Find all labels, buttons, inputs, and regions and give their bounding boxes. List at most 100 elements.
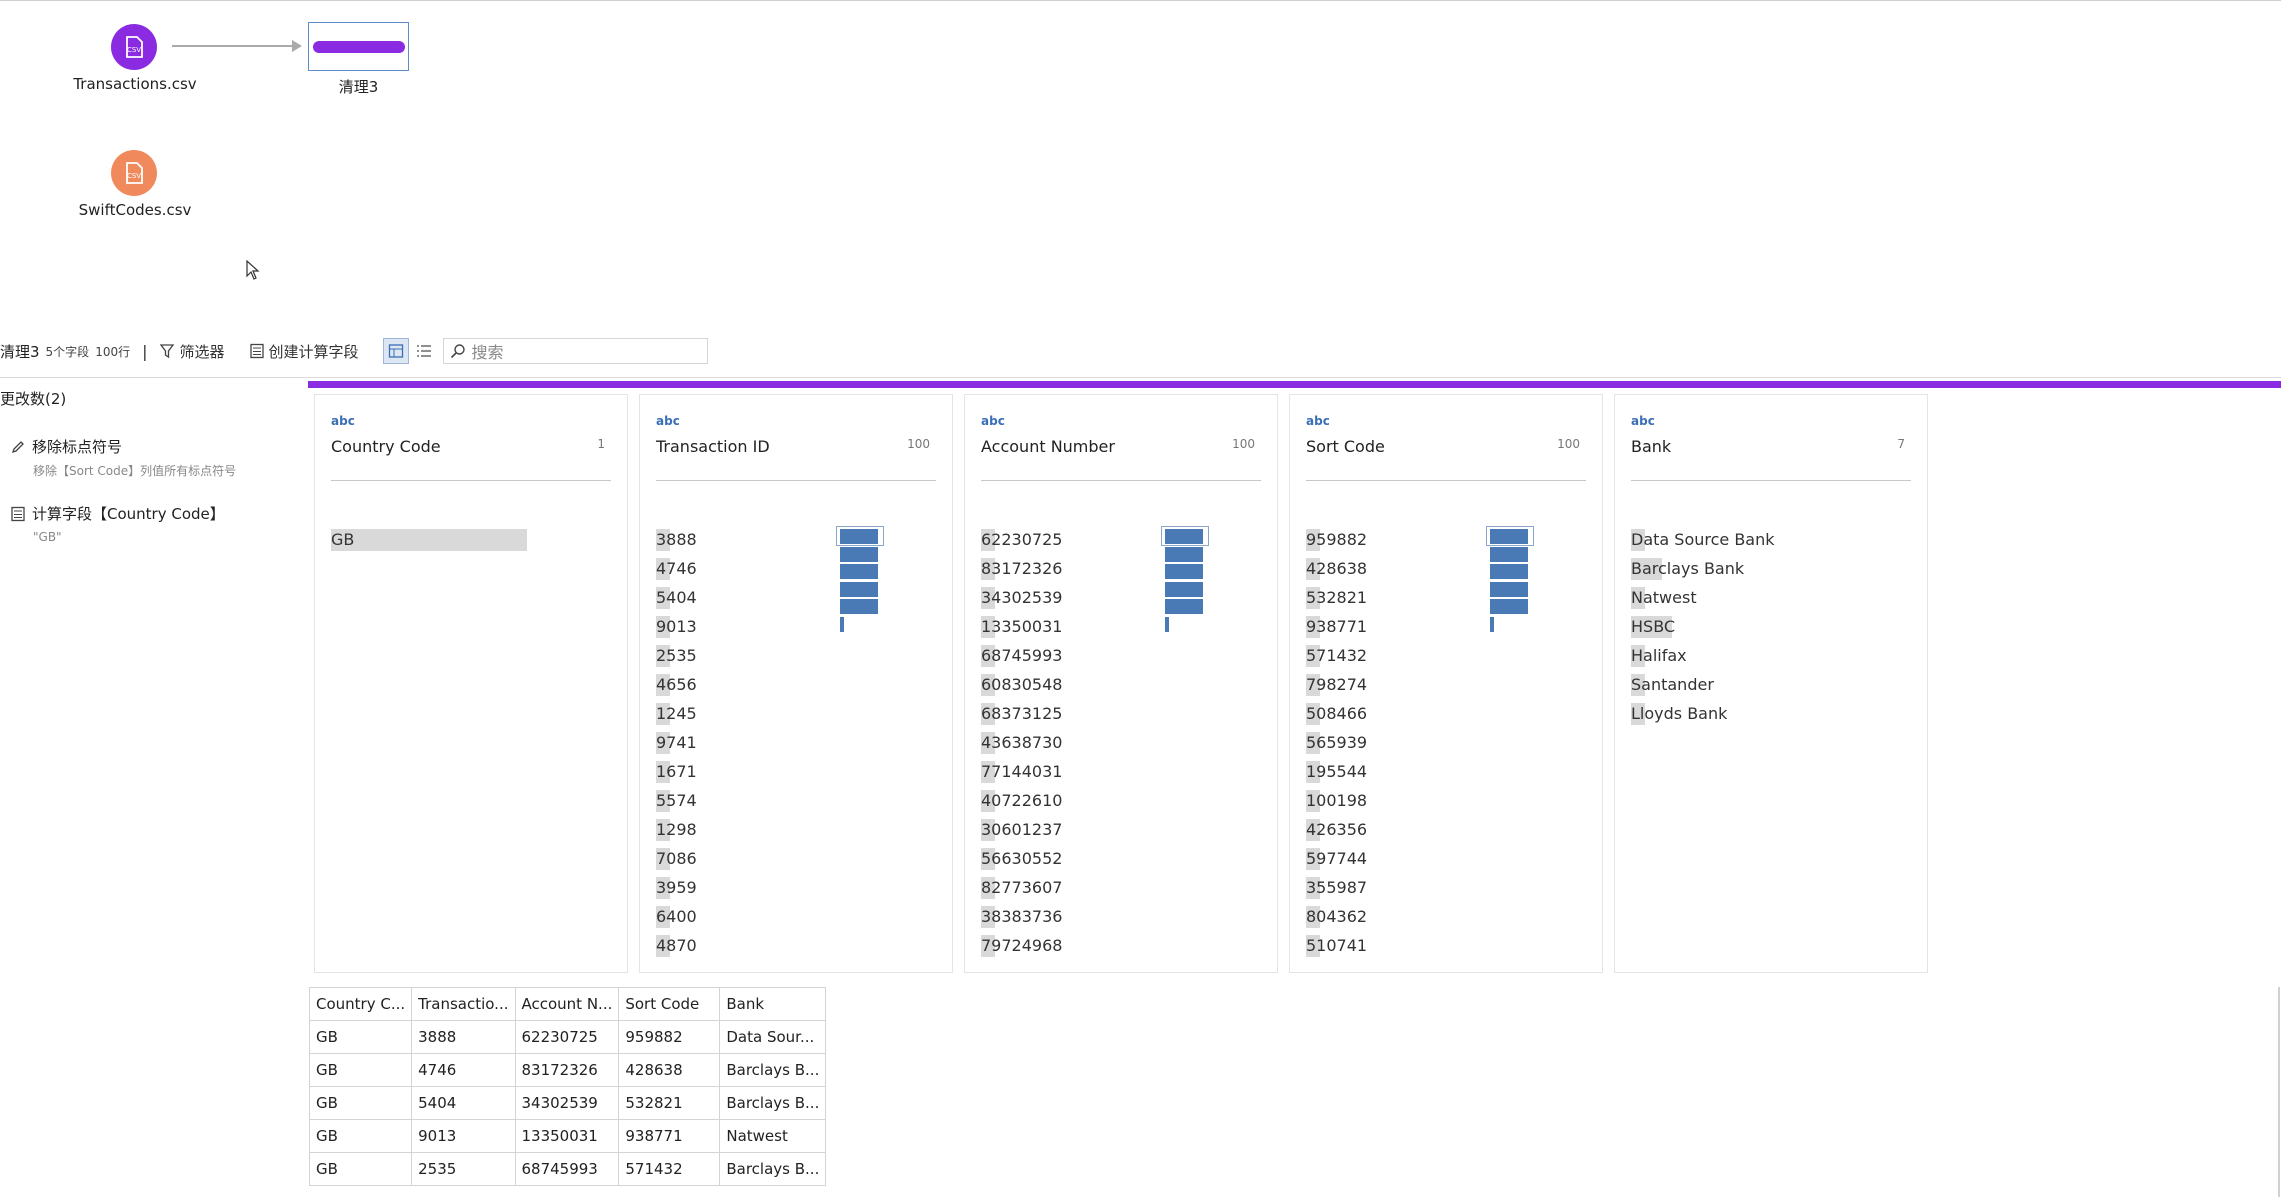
value-row[interactable]: GB xyxy=(331,529,527,558)
histogram-bar[interactable] xyxy=(840,564,878,579)
filter-button[interactable]: 筛选器 xyxy=(159,341,225,362)
value-row[interactable]: 4656 xyxy=(656,674,697,703)
histogram-bar[interactable] xyxy=(1165,616,1169,632)
value-row[interactable]: Lloyds Bank xyxy=(1631,703,1775,732)
value-row[interactable]: 5404 xyxy=(656,587,697,616)
value-row[interactable]: HSBC xyxy=(1631,616,1775,645)
grid-cell[interactable]: Barclays B... xyxy=(719,1053,827,1087)
value-row[interactable]: 62230725 xyxy=(981,529,1062,558)
histogram-bar[interactable] xyxy=(1165,581,1203,597)
value-row[interactable]: 43638730 xyxy=(981,732,1062,761)
value-row[interactable]: 804362 xyxy=(1306,906,1367,935)
clean-step-node[interactable] xyxy=(308,22,409,71)
profile-card[interactable]: abc Transaction ID 100 3888 4746 5404 9013 2535… xyxy=(639,394,953,973)
value-row[interactable]: 7086 xyxy=(656,848,697,877)
histogram-bar[interactable] xyxy=(1165,564,1203,579)
grid-cell[interactable]: Natwest xyxy=(719,1119,827,1153)
value-row[interactable]: 3888 xyxy=(656,529,697,558)
grid-cell[interactable]: 938771 xyxy=(618,1119,721,1153)
histogram-bar[interactable] xyxy=(1490,616,1494,632)
value-row[interactable]: 40722610 xyxy=(981,790,1062,819)
histogram-bar[interactable] xyxy=(1490,564,1528,579)
grid-cell[interactable]: 34302539 xyxy=(514,1086,620,1120)
grid-cell[interactable]: 68745993 xyxy=(514,1152,620,1186)
grid-scrollbar[interactable] xyxy=(2278,987,2280,1197)
field-name[interactable]: Account Number xyxy=(981,437,1115,456)
histogram-bar[interactable] xyxy=(840,529,878,544)
grid-row[interactable]: GB 3888 62230725 959882 Data Sour... xyxy=(308,1020,827,1054)
histogram-bar[interactable] xyxy=(840,546,878,562)
histogram-bar[interactable] xyxy=(1165,546,1203,562)
grid-row[interactable]: GB 2535 68745993 571432 Barclays B... xyxy=(308,1152,827,1186)
histogram-bar[interactable] xyxy=(840,581,878,597)
swiftcodes-csv-label[interactable]: SwiftCodes.csv xyxy=(30,201,240,219)
histogram-bar[interactable] xyxy=(840,616,844,632)
value-row[interactable]: 82773607 xyxy=(981,877,1062,906)
grid-cell[interactable]: 2535 xyxy=(411,1152,516,1186)
grid-cell[interactable]: Barclays B... xyxy=(719,1086,827,1120)
create-calc-field-button[interactable]: 创建计算字段 xyxy=(249,341,359,362)
grid-cell[interactable]: 571432 xyxy=(618,1152,721,1186)
value-row[interactable]: 9741 xyxy=(656,732,697,761)
grid-cell[interactable]: Barclays B... xyxy=(719,1152,827,1186)
field-name[interactable]: Sort Code xyxy=(1306,437,1385,456)
field-name[interactable]: Country Code xyxy=(331,437,441,456)
grid-cell[interactable]: GB xyxy=(308,1119,413,1153)
value-row[interactable]: 38383736 xyxy=(981,906,1062,935)
value-row[interactable]: 6400 xyxy=(656,906,697,935)
value-row[interactable]: 532821 xyxy=(1306,587,1367,616)
list-view-button[interactable] xyxy=(411,338,437,364)
grid-header-bank[interactable]: Bank xyxy=(719,987,827,1021)
value-row[interactable]: Barclays Bank xyxy=(1631,558,1775,587)
profile-card[interactable]: abc Country Code 1 GB xyxy=(314,394,628,973)
grid-row[interactable]: GB 4746 83172326 428638 Barclays B... xyxy=(308,1053,827,1087)
profile-view-button[interactable] xyxy=(382,338,409,364)
value-row[interactable]: 60830548 xyxy=(981,674,1062,703)
grid-cell[interactable]: 13350031 xyxy=(514,1119,620,1153)
value-row[interactable]: 1298 xyxy=(656,819,697,848)
value-row[interactable]: 565939 xyxy=(1306,732,1367,761)
grid-cell[interactable]: GB xyxy=(308,1053,413,1087)
swiftcodes-csv-node-icon[interactable]: CSV xyxy=(111,150,157,196)
value-row[interactable]: 510741 xyxy=(1306,935,1367,964)
value-row[interactable]: 597744 xyxy=(1306,848,1367,877)
change-item-calc-field[interactable]: 计算字段【Country Code】 xyxy=(10,503,225,524)
value-row[interactable]: 79724968 xyxy=(981,935,1062,964)
value-row[interactable]: 56630552 xyxy=(981,848,1062,877)
value-row[interactable]: Natwest xyxy=(1631,587,1775,616)
value-row[interactable]: 571432 xyxy=(1306,645,1367,674)
value-row[interactable]: 13350031 xyxy=(981,616,1062,645)
transactions-csv-node-icon[interactable]: CSV xyxy=(111,24,157,70)
grid-header-transaction-id[interactable]: Transactio... xyxy=(411,987,516,1021)
histogram-bar[interactable] xyxy=(1490,581,1528,597)
value-row[interactable]: 100198 xyxy=(1306,790,1367,819)
value-row[interactable]: Halifax xyxy=(1631,645,1775,674)
value-row[interactable]: 3959 xyxy=(656,877,697,906)
value-row[interactable]: 83172326 xyxy=(981,558,1062,587)
value-row[interactable]: 355987 xyxy=(1306,877,1367,906)
grid-row[interactable]: GB 9013 13350031 938771 Natwest xyxy=(308,1119,827,1153)
histogram-bar[interactable] xyxy=(1490,546,1528,562)
field-name[interactable]: Bank xyxy=(1631,437,1671,456)
value-row[interactable]: 426356 xyxy=(1306,819,1367,848)
grid-row[interactable]: GB 5404 34302539 532821 Barclays B... xyxy=(308,1086,827,1120)
value-row[interactable]: 9013 xyxy=(656,616,697,645)
value-row[interactable]: 959882 xyxy=(1306,529,1367,558)
grid-cell[interactable]: Data Sour... xyxy=(719,1020,827,1054)
grid-cell[interactable]: GB xyxy=(308,1152,413,1186)
clean-step-label[interactable]: 清理3 xyxy=(308,76,409,97)
grid-cell[interactable]: GB xyxy=(308,1086,413,1120)
histogram-bar[interactable] xyxy=(1165,599,1203,614)
grid-header-account-number[interactable]: Account N... xyxy=(514,987,620,1021)
value-row[interactable]: 68745993 xyxy=(981,645,1062,674)
grid-header-sort-code[interactable]: Sort Code xyxy=(618,987,721,1021)
change-item-remove-punctuation[interactable]: 移除标点符号 xyxy=(10,436,122,457)
grid-cell[interactable]: 3888 xyxy=(411,1020,516,1054)
value-row[interactable]: Data Source Bank xyxy=(1631,529,1775,558)
profile-card[interactable]: abc Account Number 100 62230725 83172326 3430… xyxy=(964,394,1278,973)
value-row[interactable]: 4870 xyxy=(656,935,697,964)
value-row[interactable]: 428638 xyxy=(1306,558,1367,587)
grid-cell[interactable]: 4746 xyxy=(411,1053,516,1087)
grid-header-country-code[interactable]: Country C... xyxy=(308,987,413,1021)
grid-cell[interactable]: 428638 xyxy=(618,1053,721,1087)
